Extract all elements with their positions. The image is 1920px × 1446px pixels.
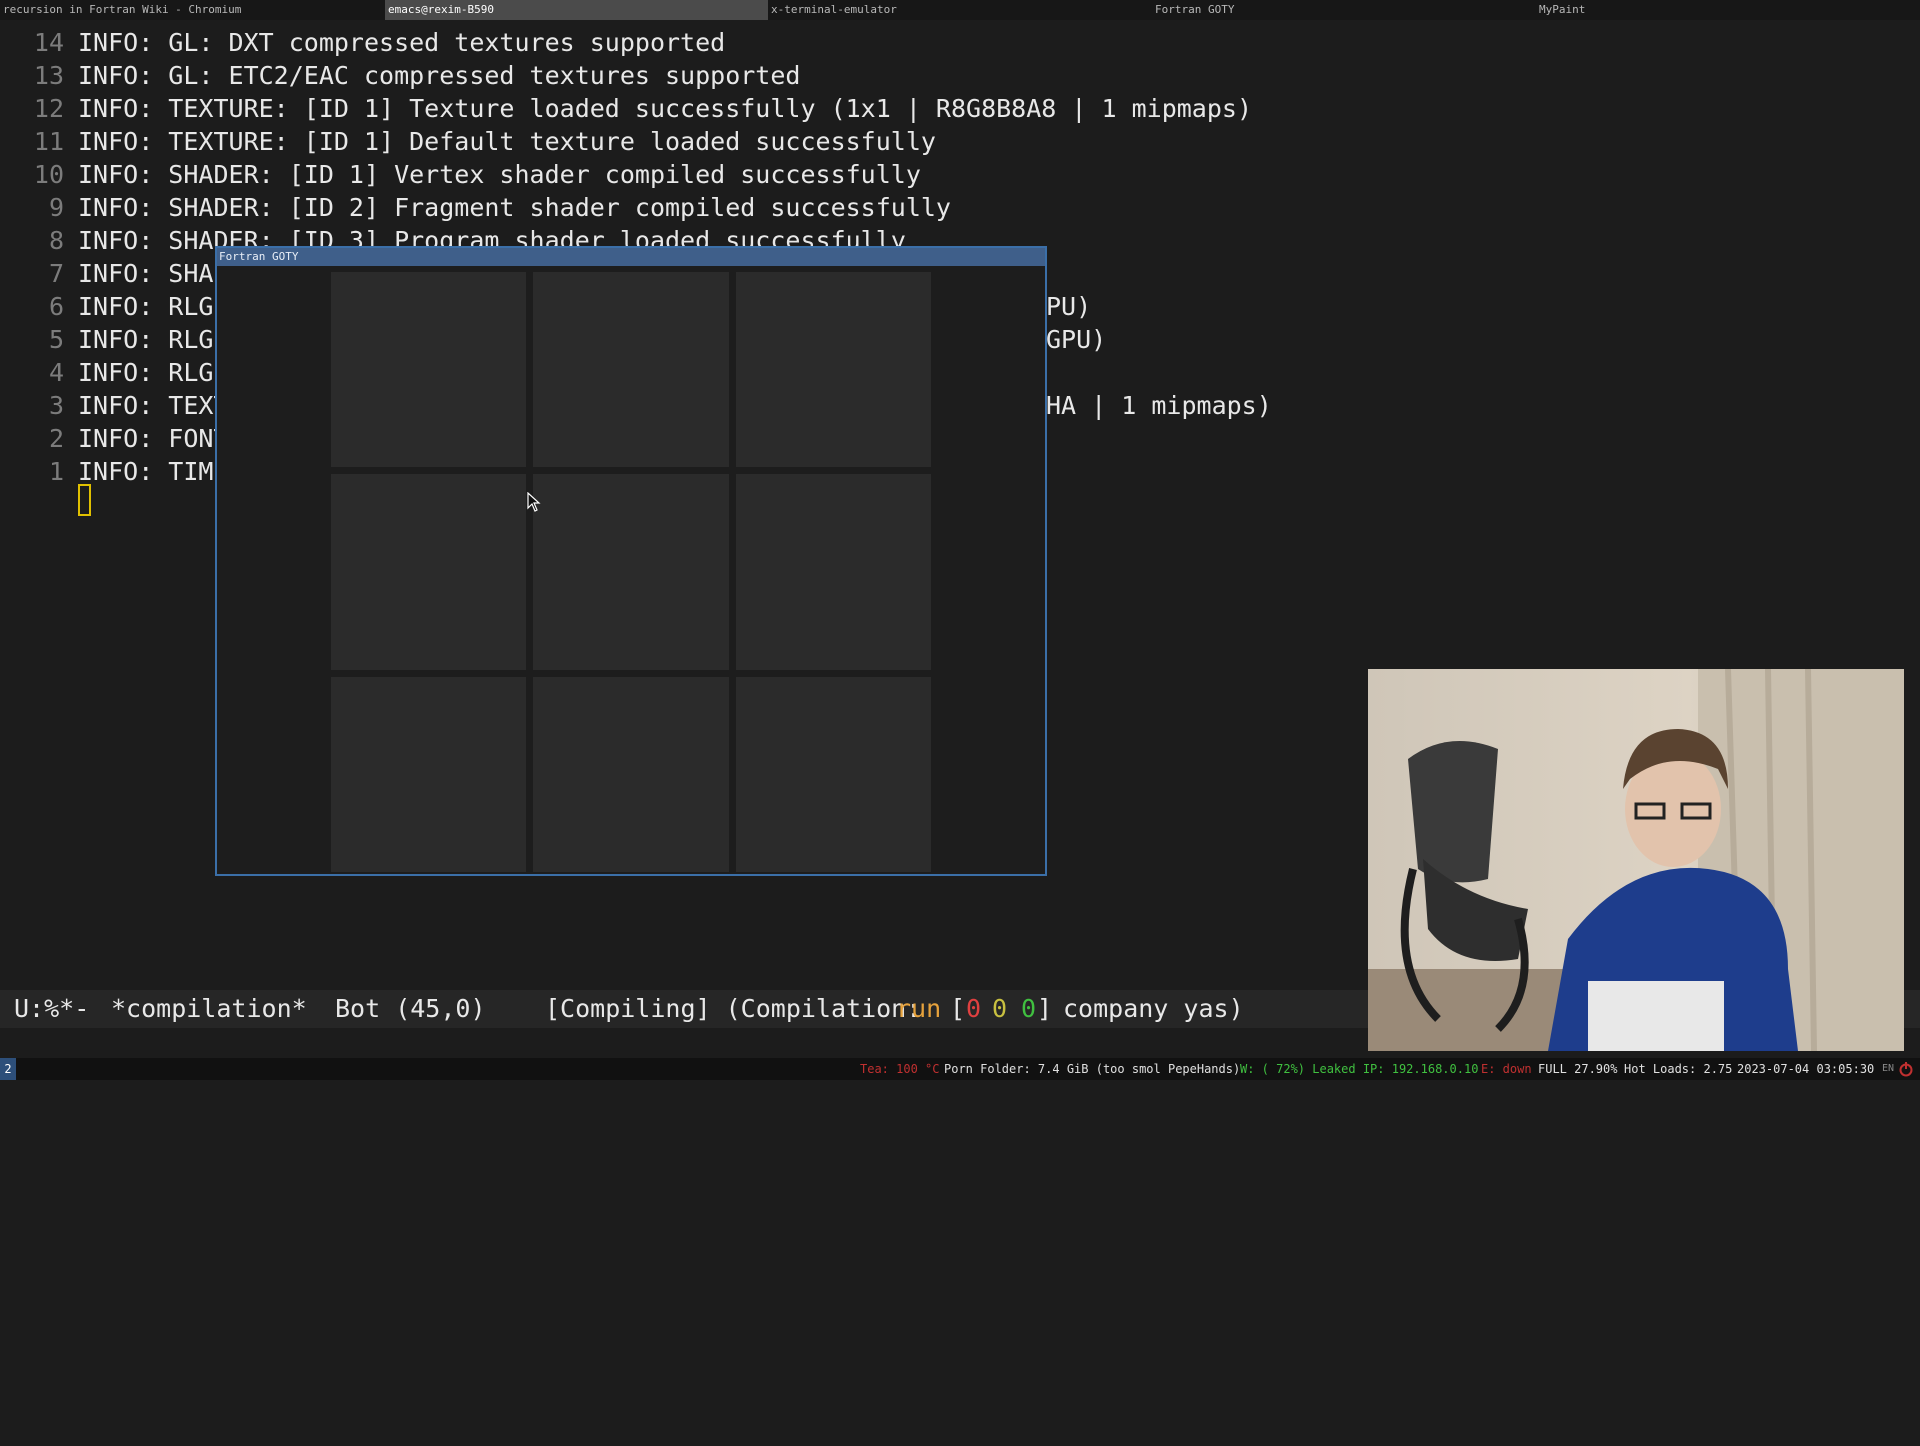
line-text: INFO: RLGL (78, 325, 229, 354)
counter-bracket-open: [ (950, 994, 966, 1023)
line-text: INFO: TEXTURE: [ID 1] Texture loaded suc… (78, 94, 1252, 123)
buffer-line: 11 INFO: TEXTURE: [ID 1] Default texture … (0, 125, 1920, 158)
buffer-line: 14 INFO: GL: DXT compressed textures supp… (0, 26, 1920, 59)
wifi-status: W: ( 72%) Leaked IP: 192.168.0.10 (1240, 1062, 1479, 1076)
board-cell[interactable] (533, 272, 729, 468)
line-text: INFO: TEXT (78, 391, 229, 420)
line-number: 14 (33, 28, 64, 57)
buffer-line: 13 INFO: GL: ETC2/EAC compressed textures… (0, 59, 1920, 92)
board-cell[interactable] (533, 474, 729, 670)
keyboard-layout[interactable]: EN (1882, 1058, 1894, 1080)
window-tab-mypaint[interactable]: MyPaint (1536, 0, 1920, 20)
buffer-state: U:%*- (14, 994, 90, 1023)
line-text-tail: HA | 1 mipmaps) (1046, 391, 1272, 420)
buffer-line: 9 INFO: SHADER: [ID 2] Fragment shader co… (0, 191, 1920, 224)
info-count: 0 (1021, 994, 1037, 1023)
load-status: Hot Loads: 2.75 (1624, 1062, 1733, 1076)
game-window[interactable]: Fortran GOTY (215, 246, 1047, 876)
line-number: 1 (48, 457, 64, 486)
line-number: 4 (48, 358, 64, 387)
tic-tac-toe-board[interactable] (331, 272, 931, 872)
line-text: INFO: SHADER: [ID 1] Vertex shader compi… (78, 160, 921, 189)
ethernet-status: E: down (1481, 1062, 1532, 1076)
window-tab-fortran-goty[interactable]: Fortran GOTY (1152, 0, 1536, 20)
battery-status: FULL 27.90% (1538, 1062, 1618, 1076)
buffer-name[interactable]: *compilation* (111, 990, 307, 1028)
status-bar: 2 Tea: 100 °C Porn Folder: 7.4 GiB (too … (0, 1058, 1920, 1080)
line-text: INFO: RLGL (78, 358, 229, 387)
line-text: INFO: GL: DXT compressed textures suppor… (78, 28, 726, 57)
line-text: INFO: TEXTURE: [ID 1] Default texture lo… (78, 127, 936, 156)
window-manager-bar: recursion in Fortran Wiki - Chromium ema… (0, 0, 1920, 20)
window-tab-emacs[interactable]: emacs@rexim-B590 (385, 0, 768, 20)
line-text: INFO: TIME (78, 457, 229, 486)
board-cell[interactable] (533, 676, 729, 872)
mouse-pointer-icon (527, 492, 541, 512)
clock: 2023-07-04 03:05:30 (1737, 1062, 1875, 1076)
board-cell[interactable] (331, 676, 527, 872)
board-cell[interactable] (735, 474, 931, 670)
line-number: 9 (48, 193, 64, 222)
line-text-tail: GPU) (1046, 325, 1107, 354)
webcam-image (1368, 669, 1904, 1051)
warning-count: 0 (992, 994, 1008, 1023)
line-number: 10 (33, 160, 64, 189)
temperature-status: Tea: 100 °C (860, 1062, 940, 1076)
window-tab-terminal[interactable]: x-terminal-emulator (768, 0, 1152, 20)
board-cell[interactable] (331, 272, 527, 468)
board-cell[interactable] (735, 676, 931, 872)
cursor-position: Bot (45,0) (335, 994, 486, 1023)
line-text: INFO: SHAD (78, 259, 229, 288)
line-number: 2 (48, 424, 64, 453)
workspace-indicator[interactable]: 2 (0, 1058, 16, 1080)
compilation-status: run (896, 994, 942, 1023)
game-window-title[interactable]: Fortran GOTY (217, 248, 1045, 266)
line-text: INFO: RLGL (78, 292, 229, 321)
line-text: INFO: GL: ETC2/EAC compressed textures s… (78, 61, 801, 90)
error-count: 0 (966, 994, 982, 1023)
window-tab-chromium[interactable]: recursion in Fortran Wiki - Chromium (0, 0, 385, 20)
line-number: 6 (48, 292, 64, 321)
board-cell[interactable] (331, 474, 527, 670)
disk-status: Porn Folder: 7.4 GiB (too smol PepeHands… (944, 1062, 1241, 1076)
counter-bracket-close: ] (1037, 994, 1053, 1023)
line-number: 8 (48, 226, 64, 255)
major-mode[interactable]: [Compiling] (Compilation: (545, 990, 921, 1028)
text-cursor (78, 484, 91, 516)
line-text: INFO: SHADER: [ID 2] Fragment shader com… (78, 193, 951, 222)
line-number: 12 (33, 94, 64, 123)
line-number: 3 (48, 391, 64, 420)
power-icon[interactable] (1898, 1061, 1914, 1077)
line-text: INFO: FONT (78, 424, 229, 453)
line-text-tail: PU) (1046, 292, 1092, 321)
buffer-line: 10 INFO: SHADER: [ID 1] Vertex shader com… (0, 158, 1920, 191)
line-number: 13 (33, 61, 64, 90)
board-cell[interactable] (735, 272, 931, 468)
line-number: 11 (33, 127, 64, 156)
line-number: 7 (48, 259, 64, 288)
webcam-overlay (1368, 669, 1904, 1051)
minor-modes[interactable]: company yas) (1063, 990, 1244, 1028)
buffer-line: 12 INFO: TEXTURE: [ID 1] Texture loaded s… (0, 92, 1920, 125)
line-number: 5 (48, 325, 64, 354)
